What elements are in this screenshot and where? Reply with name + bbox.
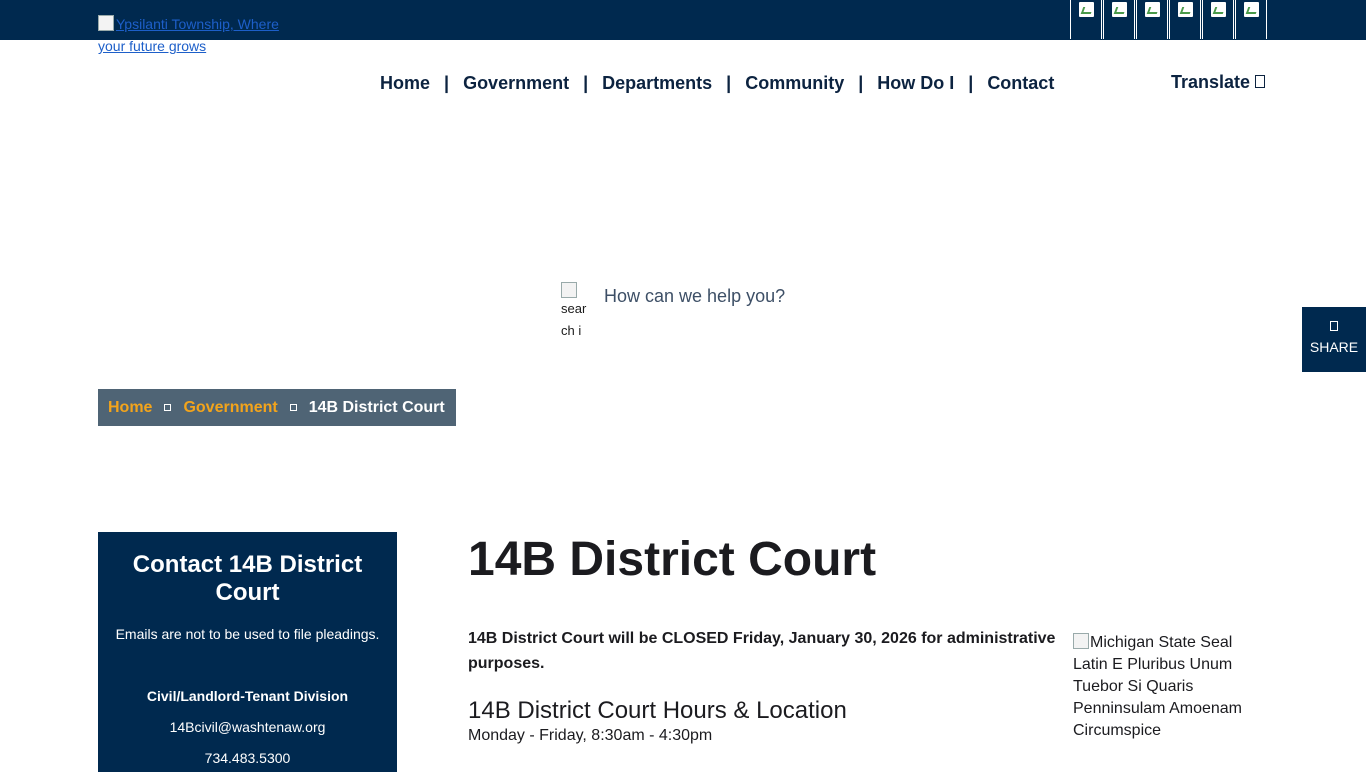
- linkedin-icon[interactable]: [1202, 0, 1234, 39]
- translate-icon: [1255, 75, 1266, 88]
- hours-text: Monday - Friday, 8:30am - 4:30pm: [468, 727, 713, 744]
- sidebar-phone: 734.483.5300: [204, 750, 291, 766]
- closure-notice: 14B District Court will be CLOSED Friday…: [468, 630, 1056, 672]
- nav-community[interactable]: Community: [745, 72, 844, 94]
- sidebar-title: Contact 14B District Court: [132, 551, 363, 606]
- breadcrumb-government[interactable]: Government: [183, 399, 277, 417]
- hours-heading: 14B District Court Hours & Location: [468, 697, 847, 724]
- logo-alt-text: Ypsilanti Township, Where your future gr…: [98, 16, 279, 54]
- sidebar-note: Emails are not to be used to file pleadi…: [115, 626, 380, 642]
- nav-separator: |: [583, 72, 589, 93]
- nav-how-do-i[interactable]: How Do I: [877, 72, 954, 94]
- broken-image-icon: [98, 15, 114, 31]
- nav-separator: |: [858, 72, 864, 93]
- logo-link[interactable]: Ypsilanti Township, Where your future gr…: [98, 13, 288, 57]
- sidebar-division: Civil/Landlord-Tenant Division: [146, 688, 349, 704]
- search-bar: search icon: [561, 282, 964, 338]
- nav-separator: |: [444, 72, 450, 93]
- nav-separator: |: [726, 72, 732, 93]
- search-icon[interactable]: search icon: [561, 282, 587, 338]
- breadcrumb-current: 14B District Court: [308, 398, 445, 416]
- breadcrumb: Home Government 14B District Court: [98, 389, 456, 426]
- youtube-icon[interactable]: [1169, 0, 1201, 39]
- search-icon-alt-text: search icon: [561, 301, 587, 338]
- nav-contact[interactable]: Contact: [987, 72, 1054, 94]
- page-title: 14B District Court: [468, 533, 877, 586]
- breadcrumb-home[interactable]: Home: [108, 399, 152, 417]
- facebook-icon[interactable]: [1070, 0, 1102, 39]
- twitter-icon[interactable]: [1103, 0, 1135, 39]
- nextdoor-icon[interactable]: [1235, 0, 1267, 39]
- breadcrumb-separator-icon: [289, 404, 297, 411]
- michigan-seal-image: Michigan State Seal Latin E Pluribus Unu…: [1073, 632, 1263, 742]
- translate-label: Translate: [1171, 72, 1251, 92]
- main-content: 14B District Court 14B District Court wi…: [468, 532, 1068, 744]
- sidebar-email-link[interactable]: 14Bcivil@washtenaw.org: [98, 718, 397, 736]
- nav-departments[interactable]: Departments: [602, 72, 712, 94]
- share-label: SHARE: [1309, 339, 1359, 355]
- breadcrumb-separator-icon: [164, 404, 172, 411]
- nav-separator: |: [968, 72, 974, 93]
- translate-button[interactable]: Translate: [1171, 72, 1266, 92]
- social-links: [1070, 0, 1268, 39]
- seal-alt-text: Michigan State Seal Latin E Pluribus Unu…: [1073, 634, 1242, 739]
- share-icon: [1330, 321, 1338, 331]
- search-input[interactable]: [604, 282, 964, 310]
- nav-home[interactable]: Home: [380, 72, 430, 94]
- contact-sidebar: Contact 14B District Court Emails are no…: [98, 532, 397, 772]
- instagram-icon[interactable]: [1136, 0, 1168, 39]
- broken-image-icon: [1073, 633, 1089, 649]
- main-nav: Home | Government | Departments | Commun…: [380, 72, 1054, 94]
- share-button[interactable]: SHARE: [1302, 307, 1366, 372]
- nav-government[interactable]: Government: [463, 72, 569, 94]
